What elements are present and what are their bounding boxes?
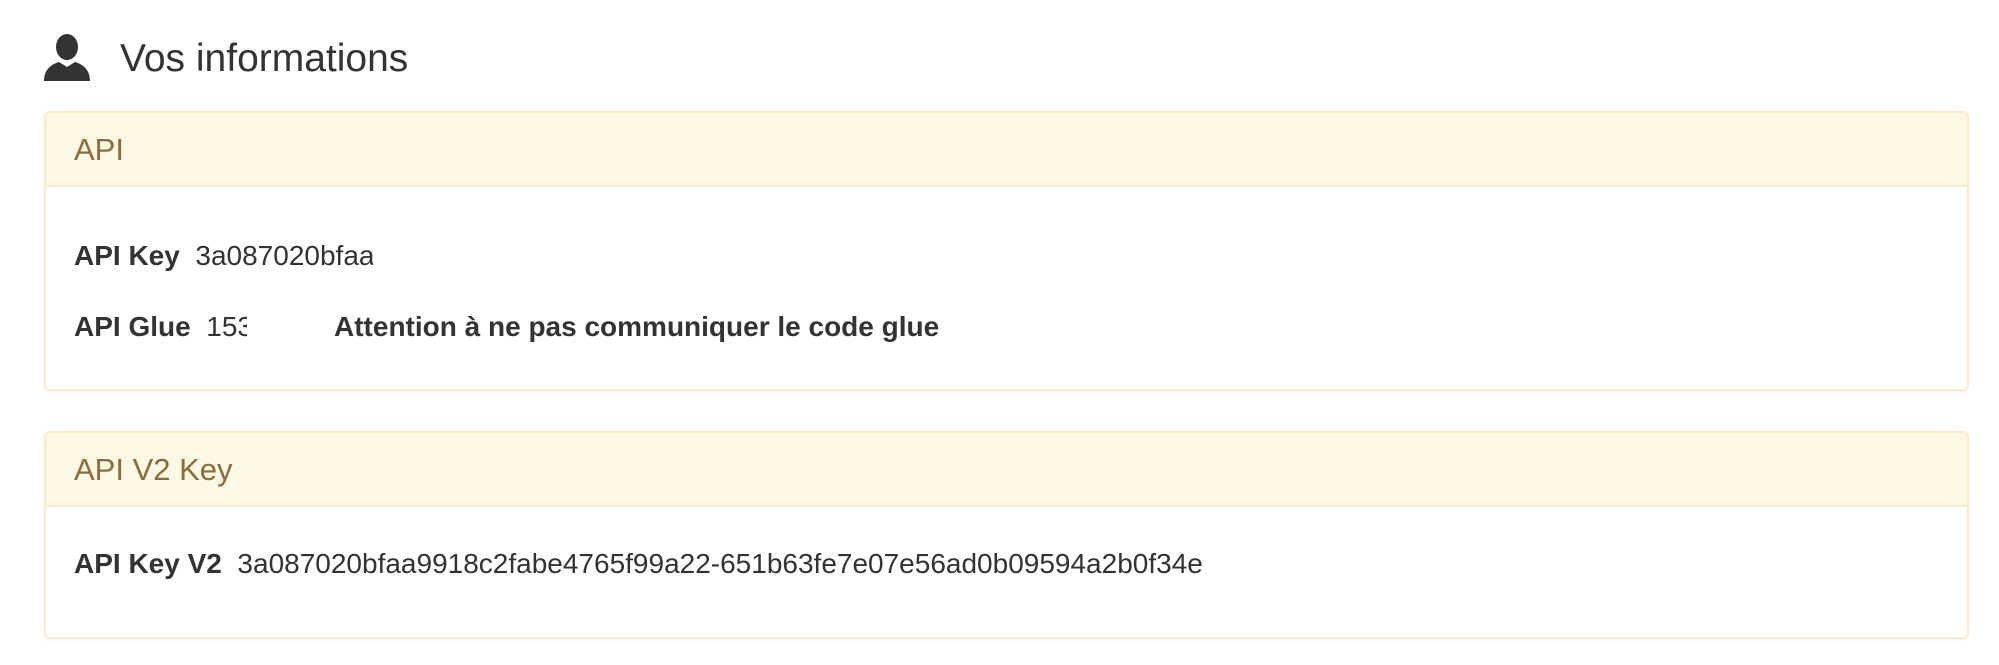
- api-key-row: API Key 3a087020bfaa9: [74, 242, 373, 270]
- api-glue-value[interactable]: 153: [206, 313, 247, 341]
- api-key-v2-row: API Key V2 3a087020bfaa9918c2fabe4765f99…: [74, 550, 1203, 578]
- api-panel: API API Key 3a087020bfaa9 API Glue 153 A…: [44, 111, 1969, 391]
- glue-warning-text: Attention à ne pas communiquer le code g…: [334, 311, 940, 342]
- api-key-v2-value[interactable]: 3a087020bfaa9918c2fabe4765f99a22-651b63f…: [237, 550, 1202, 578]
- api-v2-panel-heading: API V2 Key: [46, 433, 1967, 507]
- api-panel-heading: API: [46, 113, 1967, 187]
- api-glue-label: API Glue: [74, 311, 199, 342]
- api-key-value[interactable]: 3a087020bfaa9: [195, 242, 373, 270]
- api-panel-title: API: [74, 131, 124, 167]
- api-v2-panel-title: API V2 Key: [74, 451, 233, 487]
- user-icon: [42, 33, 92, 83]
- api-v2-panel: API V2 Key API Key V2 3a087020bfaa9918c2…: [44, 431, 1969, 639]
- api-glue-row: API Glue 153: [74, 313, 247, 341]
- page-header: Vos informations: [42, 28, 408, 88]
- api-key-v2-label: API Key V2: [74, 548, 230, 579]
- page-title: Vos informations: [120, 36, 409, 80]
- api-key-label: API Key: [74, 240, 188, 271]
- api-v2-panel-body: API Key V2 3a087020bfaa9918c2fabe4765f99…: [46, 507, 1967, 637]
- api-panel-body: API Key 3a087020bfaa9 API Glue 153 Atten…: [46, 187, 1967, 389]
